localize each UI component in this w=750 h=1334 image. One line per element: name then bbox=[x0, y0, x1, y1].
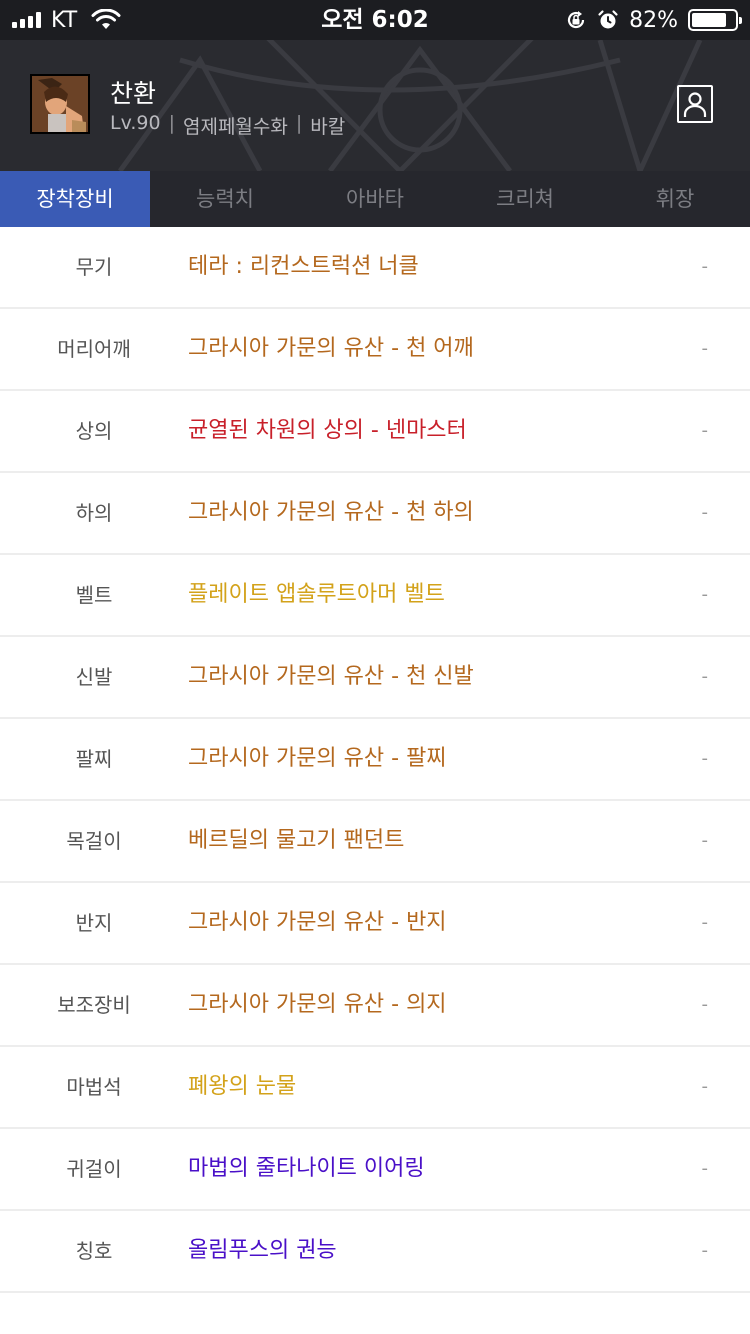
equipment-value: - bbox=[701, 830, 709, 851]
equipment-value: - bbox=[701, 666, 709, 687]
equipment-item-name[interactable]: 그라시아 가문의 유산 - 팔찌 bbox=[188, 719, 447, 801]
equipment-row[interactable]: 목걸이 베르딜의 물고기 팬던트 - bbox=[0, 801, 750, 883]
equipment-value: - bbox=[701, 748, 709, 769]
equipment-row[interactable]: 귀걸이 마법의 줄타나이트 이어링 - bbox=[0, 1129, 750, 1211]
equipment-item-name[interactable]: 그라시아 가문의 유산 - 천 어깨 bbox=[188, 309, 474, 391]
person-icon bbox=[683, 92, 707, 117]
equipment-slot-label: 귀걸이 bbox=[66, 1157, 122, 1181]
character-meta: Lv.90 | 염제페월수화 | 바칼 bbox=[110, 112, 345, 139]
character-server: 바칼 bbox=[310, 116, 346, 138]
equipment-slot-label: 보조장비 bbox=[57, 993, 131, 1017]
meta-separator: | bbox=[168, 112, 175, 134]
equipment-row[interactable]: 신발 그라시아 가문의 유산 - 천 신발 - bbox=[0, 637, 750, 719]
equipment-slot-label: 벨트 bbox=[75, 583, 113, 607]
equipment-slot-label: 팔찌 bbox=[75, 747, 113, 771]
equipment-item-name[interactable]: 베르딜의 물고기 팬던트 bbox=[188, 801, 404, 883]
battery-fill bbox=[692, 13, 727, 27]
equipment-slot-label: 신발 bbox=[75, 665, 113, 689]
equipment-row[interactable]: 벨트 플레이트 앱솔루트아머 벨트 - bbox=[0, 555, 750, 637]
equipment-value: - bbox=[701, 584, 709, 605]
battery-percent: 82% bbox=[629, 7, 678, 33]
rotation-lock-icon bbox=[568, 11, 585, 29]
battery-icon bbox=[688, 9, 742, 31]
character-level: Lv.90 bbox=[110, 112, 161, 134]
equipment-slot-label: 목걸이 bbox=[66, 829, 122, 853]
equipment-slot-label: 하의 bbox=[75, 501, 113, 525]
equipment-value: - bbox=[701, 1240, 709, 1261]
equipment-value: - bbox=[701, 338, 709, 359]
equipment-row[interactable]: 보조장비 그라시아 가문의 유산 - 의지 - bbox=[0, 965, 750, 1047]
character-job: 염제페월수화 bbox=[182, 116, 288, 138]
equipment-slot-label: 머리어깨 bbox=[57, 337, 131, 361]
tab-bar: 장착장비 능력치 아바타 크리쳐 휘장 bbox=[0, 171, 750, 227]
equipment-row[interactable]: 칭호 올림푸스의 권능 - bbox=[0, 1211, 750, 1293]
character-header: 찬환 Lv.90 | 염제페월수화 | 바칼 bbox=[0, 40, 750, 171]
equipment-row[interactable]: 마법석 폐왕의 눈물 - bbox=[0, 1047, 750, 1129]
meta-separator: | bbox=[295, 112, 303, 134]
equipment-slot-label: 반지 bbox=[75, 911, 113, 935]
equipment-item-name[interactable]: 그라시아 가문의 유산 - 의지 bbox=[188, 965, 447, 1047]
character-portrait-image bbox=[32, 76, 88, 132]
equipment-slot-label: 무기 bbox=[75, 255, 113, 279]
equipment-item-name[interactable]: 마법의 줄타나이트 이어링 bbox=[188, 1129, 425, 1211]
equipment-row[interactable]: 팔찌 그라시아 가문의 유산 - 팔찌 - bbox=[0, 719, 750, 801]
profile-button[interactable] bbox=[677, 85, 713, 123]
tab-creature[interactable]: 크리쳐 bbox=[450, 171, 600, 227]
equipment-value: - bbox=[701, 1076, 709, 1097]
equipment-item-name[interactable]: 플레이트 앱솔루트아머 벨트 bbox=[188, 555, 445, 637]
equipment-value: - bbox=[701, 912, 709, 933]
tab-stats[interactable]: 능력치 bbox=[150, 171, 300, 227]
equipment-row[interactable]: 머리어깨 그라시아 가문의 유산 - 천 어깨 - bbox=[0, 309, 750, 391]
equipment-slot-label: 마법석 bbox=[66, 1075, 122, 1099]
equipment-item-name[interactable]: 그라시아 가문의 유산 - 천 신발 bbox=[188, 637, 474, 719]
status-bar: KT 오전 6:02 82% bbox=[0, 0, 750, 40]
equipment-item-name[interactable]: 그라시아 가문의 유산 - 천 하의 bbox=[188, 473, 474, 555]
equipment-item-name[interactable]: 폐왕의 눈물 bbox=[188, 1047, 296, 1129]
equipment-value: - bbox=[701, 256, 709, 277]
equipment-list: 무기 테라 : 리컨스트럭션 너클 - 머리어깨 그라시아 가문의 유산 - 천 어깨 -… bbox=[0, 227, 750, 1293]
equipment-slot-label: 상의 bbox=[75, 419, 113, 443]
equipment-row[interactable]: 무기 테라 : 리컨스트럭션 너클 - bbox=[0, 227, 750, 309]
equipment-value: - bbox=[701, 502, 709, 523]
character-avatar[interactable] bbox=[30, 74, 90, 134]
equipment-value: - bbox=[701, 1158, 709, 1179]
tab-equipment[interactable]: 장착장비 bbox=[0, 171, 150, 227]
equipment-value: - bbox=[701, 994, 709, 1015]
equipment-row[interactable]: 하의 그라시아 가문의 유산 - 천 하의 - bbox=[0, 473, 750, 555]
equipment-row[interactable]: 반지 그라시아 가문의 유산 - 반지 - bbox=[0, 883, 750, 965]
equipment-item-name[interactable]: 테라 : 리컨스트럭션 너클 bbox=[188, 227, 419, 309]
equipment-item-name[interactable]: 그라시아 가문의 유산 - 반지 bbox=[188, 883, 447, 965]
tab-avatar[interactable]: 아바타 bbox=[300, 171, 450, 227]
alarm-icon bbox=[598, 10, 618, 29]
tab-emblem[interactable]: 휘장 bbox=[600, 171, 750, 227]
status-right: 82% bbox=[565, 0, 742, 40]
equipment-slot-label: 칭호 bbox=[75, 1239, 113, 1263]
equipment-value: - bbox=[701, 420, 709, 441]
equipment-item-name[interactable]: 올림푸스의 권능 bbox=[188, 1211, 337, 1293]
equipment-item-name[interactable]: 균열된 차원의 상의 - 넨마스터 bbox=[188, 391, 467, 473]
character-name: 찬환 bbox=[110, 79, 157, 108]
equipment-row[interactable]: 상의 균열된 차원의 상의 - 넨마스터 - bbox=[0, 391, 750, 473]
